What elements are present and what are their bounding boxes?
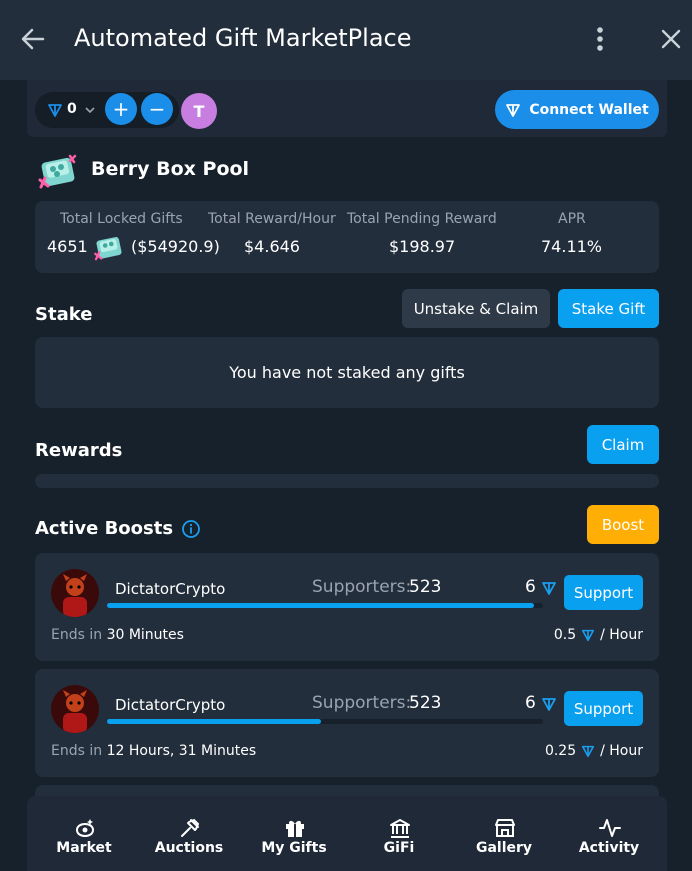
rate-unit: / Hour — [600, 627, 643, 643]
supporter-avatar — [51, 685, 99, 733]
berry-box-gift-icon — [38, 154, 77, 189]
balance-value: 0 — [67, 101, 77, 117]
nav-label: Auctions — [154, 840, 224, 856]
nav-my-gifts[interactable]: My Gifts — [241, 796, 347, 871]
stat-label-locked-gifts: Total Locked Gifts — [60, 211, 183, 227]
nav-label: My Gifts — [261, 840, 327, 856]
claim-button[interactable]: Claim — [587, 425, 659, 464]
chevron-down-icon — [85, 107, 95, 114]
rewards-bar — [35, 474, 659, 488]
boost-progress-bar — [107, 719, 543, 724]
supporters-count: 523 — [409, 577, 442, 597]
gift-icon — [286, 820, 304, 837]
boost-rate: 0.5 / Hour — [554, 627, 643, 643]
app-content: 0 + − T Connect Wallet Berry Box Pool To… — [27, 80, 667, 871]
rate-value: 0.25 — [544, 743, 577, 759]
nav-market[interactable]: Market — [31, 796, 137, 871]
ends-in-label: Ends in — [51, 627, 103, 643]
info-icon[interactable] — [181, 519, 201, 539]
rewards-section-title: Rewards — [35, 440, 123, 461]
boost-progress-fill — [107, 719, 321, 724]
ends-in: Ends in 30 Minutes — [51, 627, 184, 643]
supporters-count: 523 — [409, 693, 442, 713]
boost-card: DictatorCrypto Supporters: 523 6 Support… — [35, 553, 659, 661]
supporter-avatar — [51, 569, 99, 617]
support-button[interactable]: Support — [564, 575, 643, 610]
nav-label: Gallery — [475, 840, 533, 856]
activity-icon — [599, 819, 621, 837]
nav-label: GiFi — [383, 840, 415, 856]
ton-icon — [542, 582, 556, 595]
withdraw-button[interactable]: − — [141, 93, 173, 125]
boost-amount: 6 — [525, 577, 536, 597]
ton-icon — [582, 629, 595, 642]
close-icon[interactable] — [656, 24, 686, 54]
nav-label: Market — [56, 840, 112, 856]
stat-label-reward-hour: Total Reward/Hour — [208, 211, 336, 227]
more-options-icon[interactable] — [590, 24, 610, 54]
boost-button[interactable]: Boost — [587, 505, 659, 544]
ends-in-label: Ends in — [51, 743, 103, 759]
boost-rate: 0.25 / Hour — [545, 743, 643, 759]
nav-gifi[interactable]: GiFi — [346, 796, 452, 871]
nav-activity[interactable]: Activity — [556, 796, 662, 871]
nav-gallery[interactable]: Gallery — [451, 796, 557, 871]
rate-value: 0.5 — [553, 627, 577, 643]
gavel-icon — [181, 818, 200, 837]
booster-name: DictatorCrypto — [115, 580, 226, 598]
stat-value-locked-usd: ($54920.9) — [131, 237, 220, 256]
boost-progress-fill — [107, 603, 535, 608]
ends-in-value: 12 Hours, 31 Minutes — [106, 743, 257, 759]
window-titlebar: Automated Gift MarketPlace — [0, 0, 692, 80]
nav-auctions[interactable]: Auctions — [136, 796, 242, 871]
bank-icon — [390, 819, 410, 838]
window-title: Automated Gift MarketPlace — [74, 24, 412, 52]
boost-progress-bar — [107, 603, 543, 608]
pool-stats-panel: Total Locked Gifts 4651 ($54920.9) Total… — [35, 201, 659, 273]
ton-icon — [582, 745, 595, 758]
nav-label: Activity — [578, 840, 640, 856]
stake-empty-state: You have not staked any gifts — [35, 337, 659, 408]
ends-in-value: 30 Minutes — [106, 627, 184, 643]
stat-value-apr: 74.11% — [541, 237, 603, 256]
support-button[interactable]: Support — [564, 691, 643, 726]
user-avatar[interactable]: T — [181, 93, 217, 129]
stat-label-pending-reward: Total Pending Reward — [347, 211, 497, 227]
stat-value-reward-hour: $4.646 — [244, 237, 300, 256]
ton-icon — [542, 698, 556, 711]
ton-icon — [48, 104, 62, 117]
rate-unit: / Hour — [600, 743, 643, 759]
market-icon — [75, 819, 95, 838]
ton-icon — [506, 103, 521, 117]
stake-gift-button[interactable]: Stake Gift — [558, 289, 659, 328]
unstake-claim-button[interactable]: Unstake & Claim — [402, 289, 550, 328]
connect-wallet-label: Connect Wallet — [529, 101, 649, 118]
store-icon — [495, 819, 515, 837]
active-boosts-title: Active Boosts — [35, 518, 174, 539]
connect-wallet-button[interactable]: Connect Wallet — [495, 90, 659, 129]
stake-empty-text: You have not staked any gifts — [229, 363, 465, 382]
pool-title: Berry Box Pool — [91, 158, 250, 180]
boost-card: DictatorCrypto Supporters: 523 6 Support… — [35, 669, 659, 777]
wallet-bar: 0 + − T Connect Wallet — [27, 80, 667, 137]
booster-name: DictatorCrypto — [115, 696, 226, 714]
supporters-label: Supporters: — [312, 577, 412, 597]
supporters-label: Supporters: — [312, 693, 412, 713]
deposit-button[interactable]: + — [105, 93, 137, 125]
boost-amount: 6 — [525, 693, 536, 713]
ends-in: Ends in 12 Hours, 31 Minutes — [51, 743, 256, 759]
back-arrow-icon[interactable] — [18, 24, 48, 54]
stat-value-locked-gifts: 4651 — [47, 237, 88, 256]
stat-label-apr: APR — [558, 211, 586, 227]
stat-value-pending-reward: $198.97 — [389, 237, 456, 256]
stake-section-title: Stake — [35, 304, 93, 325]
berry-box-gift-icon — [94, 237, 122, 261]
bottom-nav: Market Auctions My Gifts GiFi Gallery Ac… — [27, 796, 667, 871]
